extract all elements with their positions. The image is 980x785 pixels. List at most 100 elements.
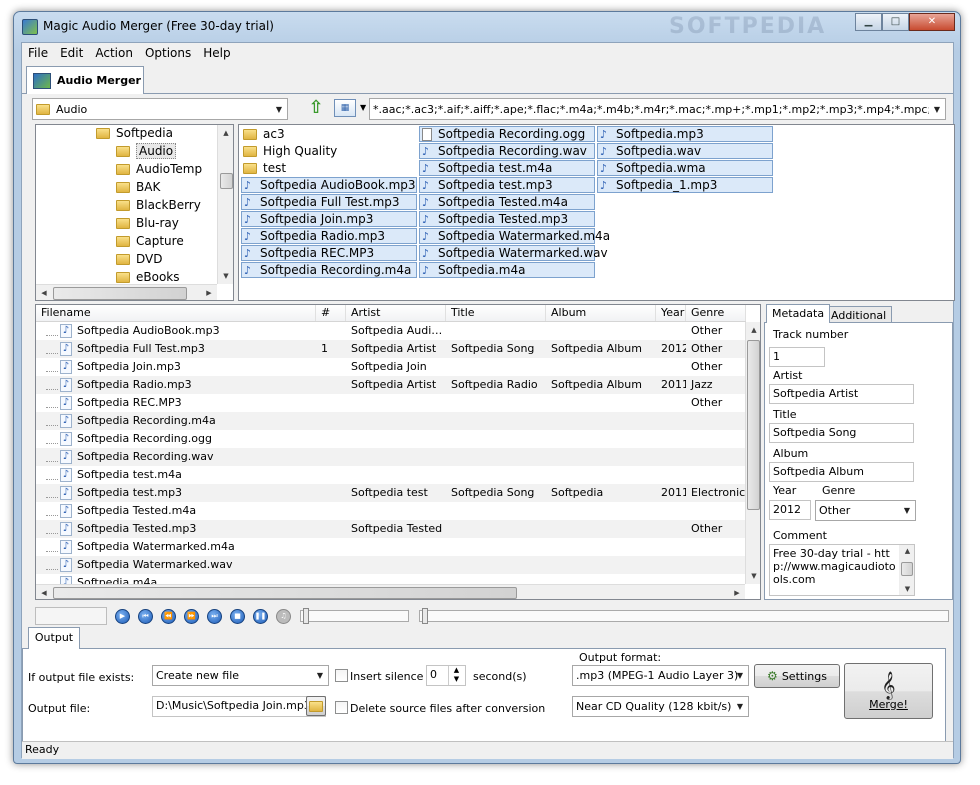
comment-field[interactable]: Free 30-day trial - http://www.magicaudi… — [769, 544, 915, 596]
tab-output[interactable]: Output — [28, 627, 80, 649]
minimize-button[interactable]: ▁ — [855, 13, 882, 31]
volume-slider[interactable] — [300, 608, 409, 624]
column-header-artist[interactable]: Artist — [346, 305, 446, 321]
table-row[interactable]: ♪ Softpedia test.m4a — [36, 466, 746, 484]
view-mode-icon[interactable]: ▦ — [334, 99, 356, 117]
track-number-field[interactable]: 1 — [769, 347, 825, 367]
file-item[interactable]: ♪ Softpedia Watermarked.m4a — [419, 228, 610, 244]
table-row[interactable]: ♪ Softpedia test.mp3 Softpedia test Softped… — [36, 484, 746, 502]
table-row[interactable]: ♪ Softpedia Recording.m4a — [36, 412, 746, 430]
stop-icon[interactable]: ■ — [230, 609, 245, 624]
file-item[interactable]: ♪ Softpedia Full Test.mp3 — [241, 194, 417, 210]
browse-folder-icon[interactable] — [306, 696, 326, 716]
folder-item[interactable]: ac3 — [241, 126, 417, 142]
file-item[interactable]: ♪ Softpedia.wav — [597, 143, 773, 159]
title-bar[interactable]: Magic Audio Merger (Free 30-day trial) S… — [14, 12, 960, 42]
folder-up-icon[interactable]: ⇧ — [306, 98, 326, 118]
file-item[interactable]: ♪ Softpedia Tested.m4a — [419, 194, 595, 210]
tree-item-dvd[interactable]: DVD — [116, 250, 162, 268]
scroll-down-icon[interactable]: ▼ — [746, 568, 760, 584]
column-header-genre[interactable]: Genre — [686, 305, 746, 321]
file-item[interactable]: ♪ Softpedia test.m4a — [419, 160, 595, 176]
fast-forward-icon[interactable]: ⏩ — [184, 609, 199, 624]
tree-item-softpedia[interactable]: Softpedia — [96, 125, 173, 142]
file-item[interactable]: ♪ Softpedia.wma — [597, 160, 773, 176]
position-slider[interactable] — [419, 608, 949, 624]
scroll-thumb[interactable] — [747, 340, 760, 510]
volume-icon[interactable]: ♫ — [276, 609, 291, 624]
column-header-album[interactable]: Album — [546, 305, 656, 321]
grid-horizontal-scrollbar[interactable]: ◀ ▶ — [36, 584, 745, 599]
column-header-filename[interactable]: Filename — [36, 305, 316, 321]
file-item[interactable]: ♪ Softpedia Watermarked.wav — [419, 245, 608, 261]
table-row[interactable]: ♪ Softpedia Tested.m4a — [36, 502, 746, 520]
column-header-year[interactable]: Year — [656, 305, 686, 321]
folder-item[interactable]: High Quality — [241, 143, 417, 159]
table-row[interactable]: ♪ Softpedia Tested.mp3 Softpedia Tested Oth… — [36, 520, 746, 538]
table-row[interactable]: ♪ Softpedia Watermarked.wav — [36, 556, 746, 574]
folder-item[interactable]: test — [241, 160, 417, 176]
file-item[interactable]: ♪ Softpedia_1.mp3 — [597, 177, 773, 193]
grid-vertical-scrollbar[interactable]: ▲ ▼ — [745, 322, 760, 584]
table-row[interactable]: ♪ Softpedia Full Test.mp3 1 Softpedia Artis… — [36, 340, 746, 358]
file-item[interactable]: ♪ Softpedia.m4a — [419, 262, 595, 278]
rewind-icon[interactable]: ⏪ — [161, 609, 176, 624]
output-format-combo[interactable]: .mp3 (MPEG-1 Audio Layer 3) ▼ — [572, 665, 749, 686]
play-icon[interactable]: ▶ — [115, 609, 130, 624]
comment-scrollbar[interactable]: ▲ ▼ — [899, 545, 914, 595]
year-field[interactable]: 2012 — [769, 500, 811, 520]
pause-icon[interactable]: ❚❚ — [253, 609, 268, 624]
table-row[interactable]: ♪ Softpedia Recording.ogg — [36, 430, 746, 448]
table-row[interactable]: ♪ Softpedia REC.MP3 Other — [36, 394, 746, 412]
insert-silence-checkbox[interactable] — [335, 669, 348, 682]
volume-slider-thumb[interactable] — [303, 608, 309, 624]
genre-combo[interactable]: Other ▼ — [815, 500, 916, 521]
scroll-right-icon[interactable]: ▶ — [729, 585, 745, 599]
menu-options[interactable]: Options — [139, 43, 197, 63]
scroll-up-icon[interactable]: ▲ — [900, 543, 915, 559]
position-slider-thumb[interactable] — [422, 608, 428, 624]
file-item[interactable]: ♪ Softpedia.mp3 — [597, 126, 773, 142]
file-item[interactable]: Softpedia Recording.ogg — [419, 126, 595, 142]
close-button[interactable]: ✕ — [909, 13, 955, 31]
file-item[interactable]: ♪ Softpedia test.mp3 — [419, 177, 595, 193]
previous-icon[interactable]: ⏮ — [138, 609, 153, 624]
table-row[interactable]: ♪ Softpedia Recording.wav — [36, 448, 746, 466]
scroll-down-icon[interactable]: ▼ — [218, 268, 233, 284]
scroll-thumb[interactable] — [53, 287, 187, 300]
file-item[interactable]: ♪ Softpedia AudioBook.mp3 — [241, 177, 417, 193]
scroll-left-icon[interactable]: ◀ — [36, 585, 52, 599]
scroll-up-icon[interactable]: ▲ — [218, 125, 233, 141]
scroll-up-icon[interactable]: ▲ — [746, 322, 760, 338]
menu-file[interactable]: File — [22, 43, 54, 63]
scroll-right-icon[interactable]: ▶ — [201, 285, 217, 300]
column-header-number[interactable]: # — [316, 305, 346, 321]
delete-source-checkbox[interactable] — [335, 701, 348, 714]
silence-stepper-icon[interactable]: ▲ ▼ — [448, 666, 464, 685]
next-icon[interactable]: ⏭ — [207, 609, 222, 624]
scroll-thumb[interactable] — [901, 562, 913, 576]
folder-combo[interactable]: Audio ▼ — [32, 98, 288, 120]
tree-vertical-scrollbar[interactable]: ▲ ▼ — [217, 125, 233, 284]
table-row[interactable]: ♪ Softpedia AudioBook.mp3 Softpedia Audi… O… — [36, 322, 746, 340]
album-field[interactable]: Softpedia Album — [769, 462, 914, 482]
scroll-left-icon[interactable]: ◀ — [36, 285, 52, 300]
tab-metadata[interactable]: Metadata — [766, 304, 831, 323]
tree-item-audiotemp[interactable]: AudioTemp — [116, 160, 202, 178]
table-row[interactable]: ♪ Softpedia Join.mp3 Softpedia Join Other — [36, 358, 746, 376]
table-row[interactable]: ♪ Softpedia Watermarked.m4a — [36, 538, 746, 556]
merge-button[interactable]: 𝄞 Merge! — [844, 663, 933, 719]
table-row[interactable]: ♪ Softpedia Radio.mp3 Softpedia Artist Soft… — [36, 376, 746, 394]
file-item[interactable]: ♪ Softpedia Recording.m4a — [241, 262, 417, 278]
menu-edit[interactable]: Edit — [54, 43, 89, 63]
tree-horizontal-scrollbar[interactable]: ◀ ▶ — [36, 284, 217, 300]
tab-audio-merger[interactable]: Audio Merger — [26, 66, 144, 94]
scroll-down-icon[interactable]: ▼ — [900, 581, 915, 597]
maximize-button[interactable]: □ — [882, 13, 909, 31]
settings-button[interactable]: ⚙ Settings — [754, 664, 840, 688]
quality-combo[interactable]: Near CD Quality (128 kbit/s) ▼ — [572, 696, 749, 717]
artist-field[interactable]: Softpedia Artist — [769, 384, 914, 404]
file-item[interactable]: ♪ Softpedia Join.mp3 — [241, 211, 417, 227]
tree-item-blackberry[interactable]: BlackBerry — [116, 196, 201, 214]
if-output-exists-combo[interactable]: Create new file ▼ — [152, 665, 329, 686]
